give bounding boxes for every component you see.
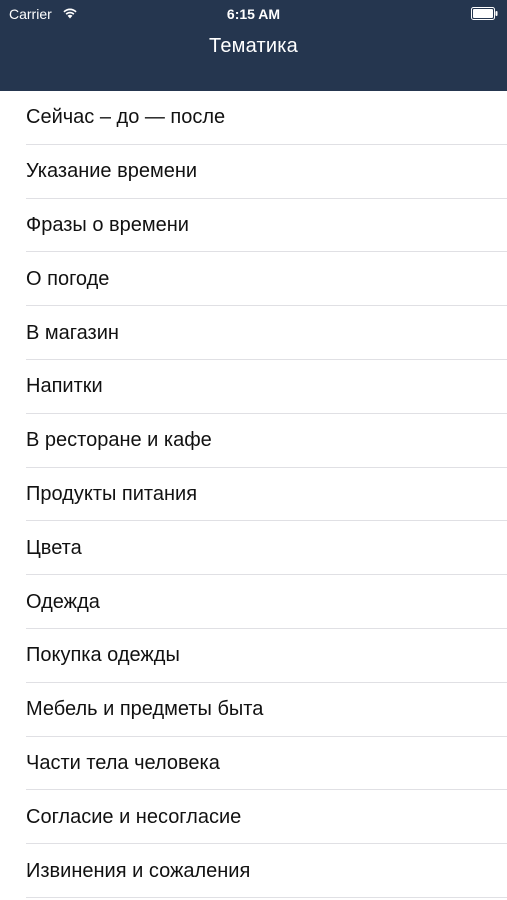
topic-label: Сейчас – до — после: [26, 106, 226, 129]
topic-list-item[interactable]: Одежда: [0, 575, 507, 629]
topic-label: О погоде: [26, 267, 110, 290]
topic-label: Указание времени: [26, 160, 198, 183]
topic-list-item[interactable]: Согласие и несогласие: [0, 790, 507, 844]
topic-label: В ресторане и кафе: [26, 429, 212, 452]
topic-list-item[interactable]: О погоде: [0, 252, 507, 306]
topic-label: Цвета: [26, 536, 82, 559]
topic-label: Напитки: [26, 375, 103, 398]
status-bar: Carrier 6:15 AM: [0, 0, 507, 28]
topic-list-item[interactable]: Сейчас – до — после: [0, 91, 507, 145]
topic-label: Согласие и несогласие: [26, 805, 242, 828]
navigation-header: Carrier 6:15 AM Тематика: [0, 0, 507, 91]
topic-list-item[interactable]: Извинения и сожаления: [0, 844, 507, 898]
topic-label: Фразы о времени: [26, 213, 189, 236]
topic-list-item[interactable]: Мебель и предметы быта: [0, 683, 507, 737]
topic-list-item[interactable]: Части тела человека: [0, 737, 507, 791]
topic-list-item[interactable]: Фразы о времени: [0, 199, 507, 253]
page-title: Тематика: [209, 35, 298, 57]
topic-list-item[interactable]: Указание времени: [0, 145, 507, 199]
topic-list: Сейчас – до — после Указание времени Фразы…: [0, 91, 507, 898]
topic-label: В магазин: [26, 321, 119, 344]
topic-list-item[interactable]: В ресторане и кафе: [0, 414, 507, 468]
topic-list-item[interactable]: Цвета: [0, 521, 507, 575]
topic-label: Покупка одежды: [26, 644, 180, 667]
topic-label: Мебель и предметы быта: [26, 698, 264, 721]
topic-list-item[interactable]: Покупка одежды: [0, 629, 507, 683]
status-time: 6:15 AM: [226, 6, 281, 22]
topic-label: Части тела человека: [26, 751, 220, 774]
topic-label: Извинения и сожаления: [26, 859, 251, 882]
topic-list-item[interactable]: Напитки: [0, 360, 507, 414]
topic-list-item[interactable]: В магазин: [0, 306, 507, 360]
topic-label: Одежда: [26, 590, 100, 613]
battery-icon: [471, 7, 498, 20]
topic-list-item[interactable]: Продукты питания: [0, 468, 507, 522]
topic-label: Продукты питания: [26, 482, 198, 505]
